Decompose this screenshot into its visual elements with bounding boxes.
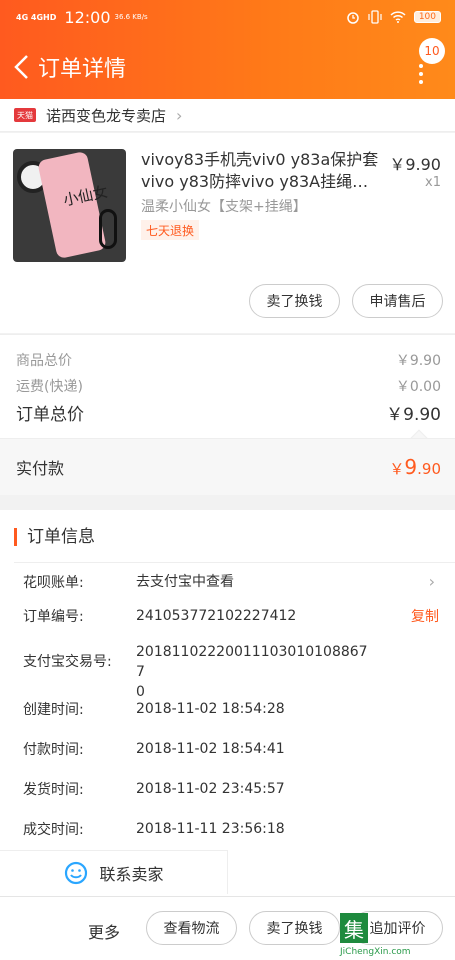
resell-button[interactable]: 卖了换钱 <box>249 911 340 945</box>
info-label: 付款时间: <box>23 742 84 758</box>
goods-total-row: 商品总价 ￥9.90 <box>16 350 441 370</box>
paid-amount-row: 实付款 ￥9.90 <box>0 438 455 495</box>
vibrate-icon <box>368 10 382 24</box>
order-total-label: 订单总价 <box>16 405 84 425</box>
resell-button[interactable]: 卖了换钱 <box>249 284 340 318</box>
more-menu-button[interactable]: 10 <box>407 38 445 90</box>
info-label: 订单编号: <box>23 609 84 625</box>
product-quantity: x1 <box>425 175 441 190</box>
after-sale-button[interactable]: 申请售后 <box>352 284 443 318</box>
store-name: 诺西变色龙专卖店 <box>46 106 167 125</box>
paid-integer: 9 <box>404 455 418 479</box>
more-button[interactable]: 更多 <box>88 919 120 943</box>
bottom-action-bar: 更多 查看物流 卖了换钱 追加评价 集 JiChengXin.com <box>0 896 455 960</box>
info-value: 2018-11-02 18:54:28 <box>136 701 285 717</box>
wifi-icon <box>390 11 406 23</box>
price-summary: 商品总价 ￥9.90 运费(快递) ￥0.00 订单总价 ￥9.90 <box>0 334 455 447</box>
goods-total-label: 商品总价 <box>16 353 72 369</box>
product-sku: 温柔小仙女【支架+挂绳】 <box>141 199 307 215</box>
alarm-icon <box>347 12 359 24</box>
view-logistics-button[interactable]: 查看物流 <box>146 911 237 945</box>
paid-decimal: .90 <box>417 460 441 478</box>
info-value: 2018-11-11 23:56:18 <box>136 821 285 837</box>
info-value: 2018-11-02 23:45:57 <box>136 781 285 797</box>
network-speed: 36.6 KB/s <box>114 13 148 21</box>
notification-badge: 10 <box>419 38 445 64</box>
shipping-label: 运费(快递) <box>16 379 83 395</box>
info-label: 成交时间: <box>23 822 84 838</box>
product-price: ￥9.90 <box>389 155 441 174</box>
paid-label: 实付款 <box>16 459 65 478</box>
signal-indicator: 4G 4GHD <box>16 12 57 22</box>
info-label: 创建时间: <box>23 702 84 718</box>
lanyard-image <box>99 209 117 249</box>
info-label: 支付宝交易号: <box>23 654 112 670</box>
info-value: 2018-11-02 18:54:41 <box>136 741 285 757</box>
contact-seller-button[interactable]: 联系卖家 <box>0 850 228 894</box>
product-title[interactable]: vivoy83手机壳viv0 y83a保护套vivo y83防摔vivo y83… <box>141 149 381 193</box>
info-label: 发货时间: <box>23 782 84 798</box>
product-thumbnail[interactable]: 小仙女 <box>13 149 126 262</box>
order-info-title: 订单信息 <box>14 528 95 546</box>
info-label: 花呗账单: <box>23 575 84 591</box>
info-value: 去支付宝中查看 <box>136 574 234 590</box>
watermark-logo: 集 <box>340 913 368 943</box>
clock: 12:00 <box>64 7 111 27</box>
chevron-right-icon: › <box>176 105 183 125</box>
title-bar: 订单详情 10 <box>0 38 455 90</box>
shipping-row: 运费(快递) ￥0.00 <box>16 376 441 396</box>
status-bar: 4G 4GHD 12:00 36.6 KB/s 100 <box>16 6 441 28</box>
order-info-section: 订单信息 花呗账单: 去支付宝中查看 › 订单编号: 2410537721022… <box>0 510 455 896</box>
goods-total-value: ￥9.90 <box>395 353 441 369</box>
chat-smile-icon <box>65 861 88 884</box>
tmall-badge: 天猫 <box>14 108 36 122</box>
watermark: 集 JiChengXin.com <box>340 907 450 957</box>
more-vertical-icon <box>419 64 423 88</box>
watermark-url: JiChengXin.com <box>340 947 411 957</box>
header-bar: 4G 4GHD 12:00 36.6 KB/s 100 订单详情 10 <box>0 0 455 99</box>
order-total-row: 订单总价 ￥9.90 <box>16 400 441 425</box>
store-row[interactable]: 天猫 诺西变色龙专卖店 › <box>0 99 455 132</box>
copy-button[interactable]: 复制 <box>411 606 439 626</box>
battery-indicator: 100 <box>413 11 441 23</box>
divider <box>14 562 455 563</box>
chevron-left-icon <box>14 55 28 79</box>
order-number: 241053772102227412 <box>136 608 297 624</box>
back-button[interactable] <box>6 44 36 90</box>
contact-seller-label: 联系卖家 <box>99 864 164 884</box>
shipping-value: ￥0.00 <box>395 379 441 395</box>
page-title: 订单详情 <box>38 57 127 82</box>
order-total-value: ￥9.90 <box>386 405 441 425</box>
paid-amount: ￥9.90 <box>389 455 441 479</box>
alipay-trade-number: 20181102220011103010108867​7 0 <box>136 644 368 700</box>
paid-currency: ￥ <box>389 460 405 478</box>
return-policy-tag: 七天退换 <box>141 220 200 240</box>
product-card: 小仙女 vivoy83手机壳viv0 y83a保护套vivo y83防摔vivo… <box>0 133 455 333</box>
chevron-right-icon: › <box>428 572 435 591</box>
